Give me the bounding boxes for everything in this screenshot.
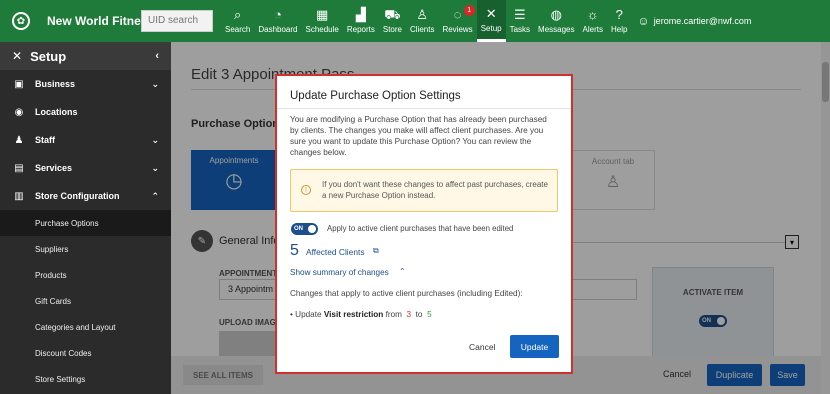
- pin-icon: ◉: [14, 106, 24, 118]
- modal-cancel-button[interactable]: Cancel: [469, 342, 495, 352]
- sidebar-header[interactable]: ✕ Setup ‹: [0, 42, 171, 70]
- nav-alerts[interactable]: ☼ Alerts: [579, 0, 607, 42]
- modal-divider: [277, 108, 571, 109]
- nav-reviews[interactable]: ◌ 1 Reviews: [438, 0, 476, 42]
- search-icon: ⌕: [234, 7, 242, 22]
- brand-logo-icon[interactable]: ✿: [12, 12, 30, 30]
- modal-update-button[interactable]: Update: [510, 335, 559, 358]
- toggle-label: Apply to active client purchases that ha…: [327, 224, 514, 233]
- briefcase-icon: ▣: [14, 78, 24, 90]
- change-field: Visit restriction: [323, 310, 384, 319]
- change-from-word: from: [385, 310, 402, 319]
- chart-icon: ▟: [355, 7, 366, 22]
- sidebar: ✕ Setup ‹ ▣ Business ⌄ ◉ Locations ♟ Staff ⌄ ▤ S…: [0, 42, 171, 394]
- affected-count: 5: [290, 242, 299, 259]
- apply-active-purchases-toggle[interactable]: ON: [291, 223, 318, 235]
- brand-name: New World Fitness: [47, 14, 155, 28]
- message-icon: ◍: [550, 7, 562, 22]
- user-menu[interactable]: ☺ jerome.cartier@nwf.com: [637, 14, 751, 28]
- chevron-down-icon: ⌄: [151, 162, 159, 173]
- warning-box: ! If you don't want these changes to aff…: [290, 169, 558, 212]
- uid-search-input[interactable]: UID search: [141, 10, 213, 32]
- change-prefix: Update: [295, 310, 322, 319]
- top-bar: ✿ New World Fitness UID search ⌕ Search ◔…: [0, 0, 830, 42]
- nav-clients[interactable]: ♙ Clients: [406, 0, 438, 42]
- collapse-icon[interactable]: ‹: [155, 50, 159, 62]
- person-icon: ♙: [416, 7, 429, 22]
- cart-icon: ⛟: [384, 7, 401, 22]
- reviews-badge: 1: [463, 5, 475, 16]
- top-nav: ⌕ Search ◔ Dashboard ▦ Schedule ▟ Reports ⛟ S…: [221, 0, 631, 42]
- modal-description: You are modifying a Purchase Option that…: [290, 115, 547, 157]
- nav-setup[interactable]: ✕ Setup: [476, 0, 506, 42]
- chevron-down-icon: ⌄: [151, 78, 159, 89]
- sidebar-sub-purchase-options[interactable]: Purchase Options: [0, 210, 171, 236]
- user-avatar-icon: ☺: [637, 14, 650, 28]
- show-summary-link[interactable]: Show summary of changes: [290, 268, 389, 277]
- chevron-up-icon[interactable]: ⌃: [399, 267, 406, 276]
- nav-store[interactable]: ⛟ Store: [379, 0, 406, 42]
- affected-clients-link[interactable]: Affected Clients: [306, 247, 365, 257]
- change-from-value: 3: [406, 310, 412, 319]
- nav-messages[interactable]: ◍ Messages: [534, 0, 578, 42]
- update-settings-modal: Update Purchase Option Settings You are …: [275, 74, 573, 374]
- nav-schedule[interactable]: ▦ Schedule: [302, 0, 343, 42]
- chat-icon: ◌: [453, 7, 462, 22]
- tools-icon: ✕: [12, 49, 23, 63]
- info-icon: !: [301, 185, 311, 195]
- change-to-value: 5: [427, 310, 432, 319]
- nav-search[interactable]: ⌕ Search: [221, 0, 254, 42]
- sidebar-sub-discount-codes[interactable]: Discount Codes: [0, 340, 171, 366]
- sidebar-sub-categories[interactable]: Categories and Layout: [0, 314, 171, 340]
- sidebar-sub-suppliers[interactable]: Suppliers: [0, 236, 171, 262]
- sidebar-item-store-configuration[interactable]: ▥ Store Configuration ⌃: [0, 182, 171, 210]
- tools-icon: ✕: [485, 5, 497, 21]
- nav-dashboard[interactable]: ◔ Dashboard: [254, 0, 301, 42]
- sidebar-item-staff[interactable]: ♟ Staff ⌄: [0, 126, 171, 154]
- changes-heading: Changes that apply to active client purc…: [290, 289, 523, 298]
- sidebar-sub-gift-cards[interactable]: Gift Cards: [0, 288, 171, 314]
- nav-reports[interactable]: ▟ Reports: [343, 0, 379, 42]
- sidebar-item-services[interactable]: ▤ Services ⌄: [0, 154, 171, 182]
- chevron-down-icon: ⌄: [151, 134, 159, 145]
- change-to-word: to: [415, 310, 423, 319]
- bell-icon: ☼: [586, 7, 599, 22]
- chevron-up-icon: ⌃: [151, 190, 159, 201]
- nav-tasks[interactable]: ☰ Tasks: [506, 0, 534, 42]
- change-item: • Update Visit restriction from 3 to 5: [290, 310, 432, 319]
- modal-title: Update Purchase Option Settings: [290, 90, 461, 102]
- warning-text: If you don't want these changes to affec…: [322, 180, 548, 200]
- sidebar-sub-products[interactable]: Products: [0, 262, 171, 288]
- external-link-icon[interactable]: ⧉: [373, 246, 379, 256]
- dashboard-icon: ◔: [274, 7, 282, 22]
- checklist-icon: ☰: [513, 7, 526, 22]
- staff-icon: ♟: [14, 134, 24, 146]
- store-icon: ▥: [14, 190, 24, 202]
- calendar-icon: ▦: [316, 7, 329, 22]
- help-icon: ?: [615, 7, 623, 22]
- sidebar-item-locations[interactable]: ◉ Locations: [0, 98, 171, 126]
- services-icon: ▤: [14, 162, 24, 174]
- sidebar-item-business[interactable]: ▣ Business ⌄: [0, 70, 171, 98]
- nav-help[interactable]: ? Help: [607, 0, 631, 42]
- sidebar-sub-store-settings[interactable]: Store Settings: [0, 366, 171, 392]
